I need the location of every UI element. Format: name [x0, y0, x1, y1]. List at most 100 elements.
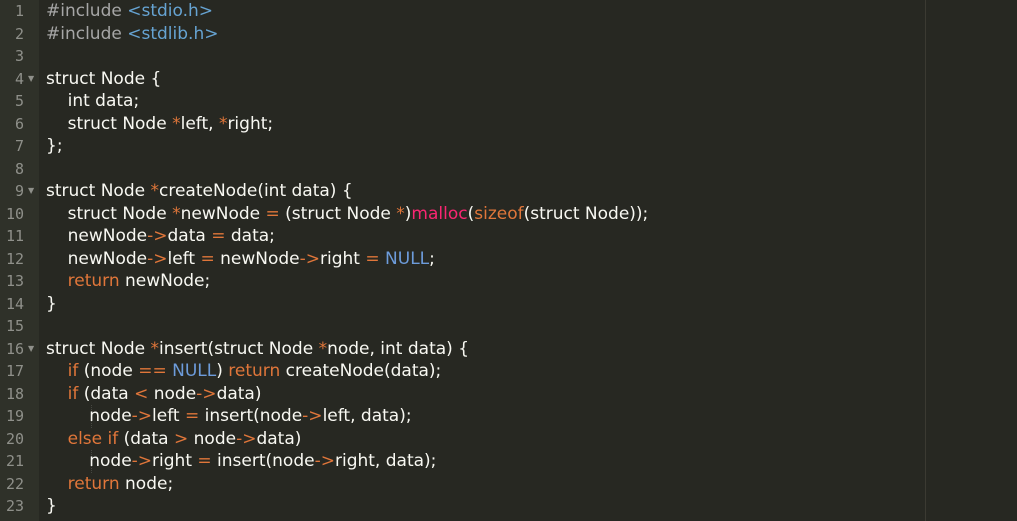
code-text[interactable]: struct Node *newNode = (struct Node *)ma… — [46, 203, 649, 226]
code-token: return — [228, 361, 281, 381]
code-token: right — [152, 451, 198, 471]
line-number: 16 — [5, 339, 24, 358]
code-line[interactable]: 7}; — [0, 135, 1017, 158]
code-line[interactable]: 1 #include <stdio.h> — [0, 0, 1017, 23]
line-number: 2 — [14, 24, 24, 43]
code-token: = — [200, 248, 215, 269]
code-text[interactable]: }; — [46, 135, 63, 158]
code-token: -> — [196, 383, 217, 404]
line-number: 7 — [14, 137, 24, 155]
line-number: 4 — [14, 69, 24, 88]
line-number: 3 — [14, 47, 24, 65]
code-token: -> — [314, 451, 335, 471]
line-number: 19 — [5, 407, 24, 425]
code-token: node; — [119, 473, 174, 494]
code-line[interactable]: 11 newNode->data = data; — [0, 225, 1017, 248]
code-token: left — [152, 406, 185, 426]
code-token: #include — [46, 23, 122, 44]
code-text[interactable]: struct Node *insert(struct Node *node, i… — [46, 338, 469, 361]
code-text[interactable]: struct Node { — [46, 68, 161, 91]
code-token: left, — [180, 113, 219, 134]
code-line[interactable]: 15 — [0, 315, 1017, 338]
code-line[interactable]: 12 newNode->left = newNode->right = NULL… — [0, 248, 1017, 271]
code-text[interactable]: return node; — [46, 473, 174, 496]
code-token: newNode — [46, 248, 148, 269]
code-line[interactable]: 3 — [0, 45, 1017, 68]
line-number: 14 — [5, 294, 24, 313]
code-line[interactable]: 9 ▼ struct Node *createNode(int data) { — [0, 180, 1017, 203]
code-line[interactable]: 5 int data; — [0, 90, 1017, 113]
code-text[interactable]: #include <stdlib.h> — [46, 23, 218, 46]
code-token: node — [188, 428, 237, 449]
line-number: 11 — [5, 227, 24, 245]
line-number: 8 — [14, 159, 24, 178]
code-text[interactable]: node->right = insert(node->right, data); — [46, 450, 436, 473]
code-line[interactable]: 10 struct Node *newNode = (struct Node *… — [0, 203, 1017, 226]
code-token: -> — [131, 451, 153, 471]
code-token: newNode; — [119, 271, 211, 291]
code-token: NULL — [172, 361, 217, 381]
code-token: < — [134, 383, 149, 404]
code-line[interactable]: 20 else if (data > node->data) — [0, 428, 1017, 451]
code-text[interactable]: newNode->left = newNode->right = NULL; — [46, 248, 435, 271]
code-text[interactable]: else if (data > node->data) — [46, 428, 302, 451]
fold-arrow-icon[interactable]: ▼ — [28, 68, 37, 91]
code-line[interactable]: 13 return newNode; — [0, 270, 1017, 293]
code-text[interactable]: if (node == NULL) return createNode(data… — [46, 360, 442, 383]
code-token: NULL — [385, 248, 430, 269]
code-token: left — [167, 248, 201, 269]
code-line[interactable]: 8 — [0, 158, 1017, 181]
code-line[interactable]: 22 return node; — [0, 473, 1017, 496]
code-line[interactable]: 18 if (data < node->data) — [0, 383, 1017, 406]
code-text[interactable]: if (data < node->data) — [46, 383, 262, 406]
code-token: -> — [299, 248, 321, 269]
code-token: = — [184, 406, 200, 426]
code-token: insert(struct Node — [158, 338, 319, 359]
code-editor[interactable]: 1 #include <stdio.h> 2 #include <stdlib.h> 3… — [0, 0, 1017, 521]
code-token: data — [167, 226, 212, 246]
code-text[interactable]: struct Node *createNode(int data) { — [46, 180, 353, 203]
fold-arrow-icon[interactable]: ▼ — [28, 338, 37, 361]
code-text[interactable]: return newNode; — [46, 270, 211, 293]
code-token: * — [150, 181, 159, 201]
code-line[interactable]: 17 if (node == NULL) return createNode(d… — [0, 360, 1017, 383]
code-line[interactable]: 14} — [0, 293, 1017, 316]
code-token: left, data); — [322, 406, 412, 426]
code-token: node — [148, 383, 197, 404]
code-token: (data — [118, 428, 174, 449]
line-number: 9 — [14, 182, 24, 200]
code-token: struct Node — [46, 181, 151, 201]
code-token: * — [396, 203, 405, 224]
code-token: return — [67, 473, 120, 494]
code-token: * — [172, 113, 181, 134]
line-number: 12 — [5, 249, 24, 268]
code-line[interactable]: 23} — [0, 495, 1017, 518]
code-text[interactable]: newNode->data = data; — [46, 225, 275, 248]
code-line[interactable]: 21 node->right = insert(node->right, dat… — [0, 450, 1017, 473]
code-token: = — [211, 226, 226, 246]
code-token: ; — [429, 248, 435, 269]
code-text[interactable]: int data; — [46, 90, 140, 113]
code-token: right, data); — [334, 451, 437, 471]
code-token: else if — [67, 428, 119, 449]
line-number: 10 — [5, 204, 24, 223]
code-line[interactable]: 2 #include <stdlib.h> — [0, 23, 1017, 46]
code-token: * — [318, 338, 328, 359]
code-line[interactable]: 6 struct Node *left, *right; — [0, 113, 1017, 136]
code-text[interactable]: struct Node *left, *right; — [46, 113, 274, 136]
code-token: -> — [302, 406, 323, 426]
line-number: 18 — [5, 384, 24, 403]
code-token: newNode — [214, 248, 300, 269]
code-text[interactable]: node->left = insert(node->left, data); — [46, 405, 412, 428]
code-token: sizeof — [474, 203, 524, 224]
code-line[interactable]: 4 ▼ struct Node { — [0, 68, 1017, 91]
code-text[interactable]: } — [46, 293, 57, 316]
code-line[interactable]: 19 node->left = insert(node->left, data)… — [0, 405, 1017, 428]
code-token: struct Node — [46, 113, 173, 134]
code-text[interactable]: } — [46, 495, 57, 518]
code-token: struct Node { — [46, 68, 162, 89]
code-line[interactable]: 16 ▼ struct Node *insert(struct Node *node… — [0, 338, 1017, 361]
code-text[interactable]: #include <stdio.h> — [46, 0, 213, 23]
fold-arrow-icon[interactable]: ▼ — [28, 180, 37, 203]
